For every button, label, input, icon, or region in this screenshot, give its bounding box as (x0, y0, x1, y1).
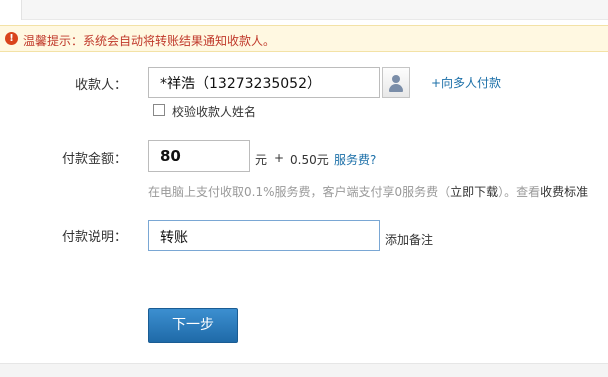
memo-label: 付款说明： (61, 230, 127, 245)
download-now-link[interactable]: 立即下载 (450, 185, 498, 199)
notice-text: 温馨提示：系统会自动将转账结果通知收款人。 (23, 34, 276, 48)
payee-label: 收款人： (74, 78, 127, 93)
amount-label: 付款金额： (61, 152, 127, 167)
fee-note: 在电脑上支付收取0.1%服务费，客户端支付享0服务费（立即下载）。查看收费标准 (148, 183, 588, 200)
amount-input[interactable]: 80 (148, 140, 250, 172)
amount-unit: 元 (255, 153, 268, 167)
fee-note-prefix: 在电脑上支付收取0.1%服务费，客户端支付享0服务费（ (148, 185, 451, 199)
plus-sign: + (274, 151, 285, 165)
notice-bar: ! 温馨提示：系统会自动将转账结果通知收款人。 (0, 25, 608, 52)
payee-input[interactable]: *祥浩（13273235052） (148, 67, 380, 98)
fee-note-mid: ）。查看 (498, 185, 541, 199)
verify-name-label: 校验收款人姓名 (172, 105, 257, 119)
add-note-link[interactable]: 添加备注 (385, 231, 433, 248)
contact-picker-button[interactable] (382, 67, 410, 98)
service-fee-link[interactable]: 服务费? (334, 151, 376, 168)
top-strip (0, 0, 608, 20)
top-tab (0, 0, 22, 20)
service-fee-value: 0.50元 (290, 153, 329, 167)
fee-standard-link[interactable]: 收费标准 (540, 185, 588, 199)
next-step-button[interactable]: 下一步 (148, 308, 238, 343)
bottom-strip (0, 363, 608, 377)
exclamation-icon: ! (5, 32, 18, 45)
memo-input[interactable]: 转账 (148, 220, 380, 251)
verify-name-checkbox[interactable] (153, 104, 165, 116)
pay-multiple-link[interactable]: +向多人付款 (431, 74, 501, 91)
